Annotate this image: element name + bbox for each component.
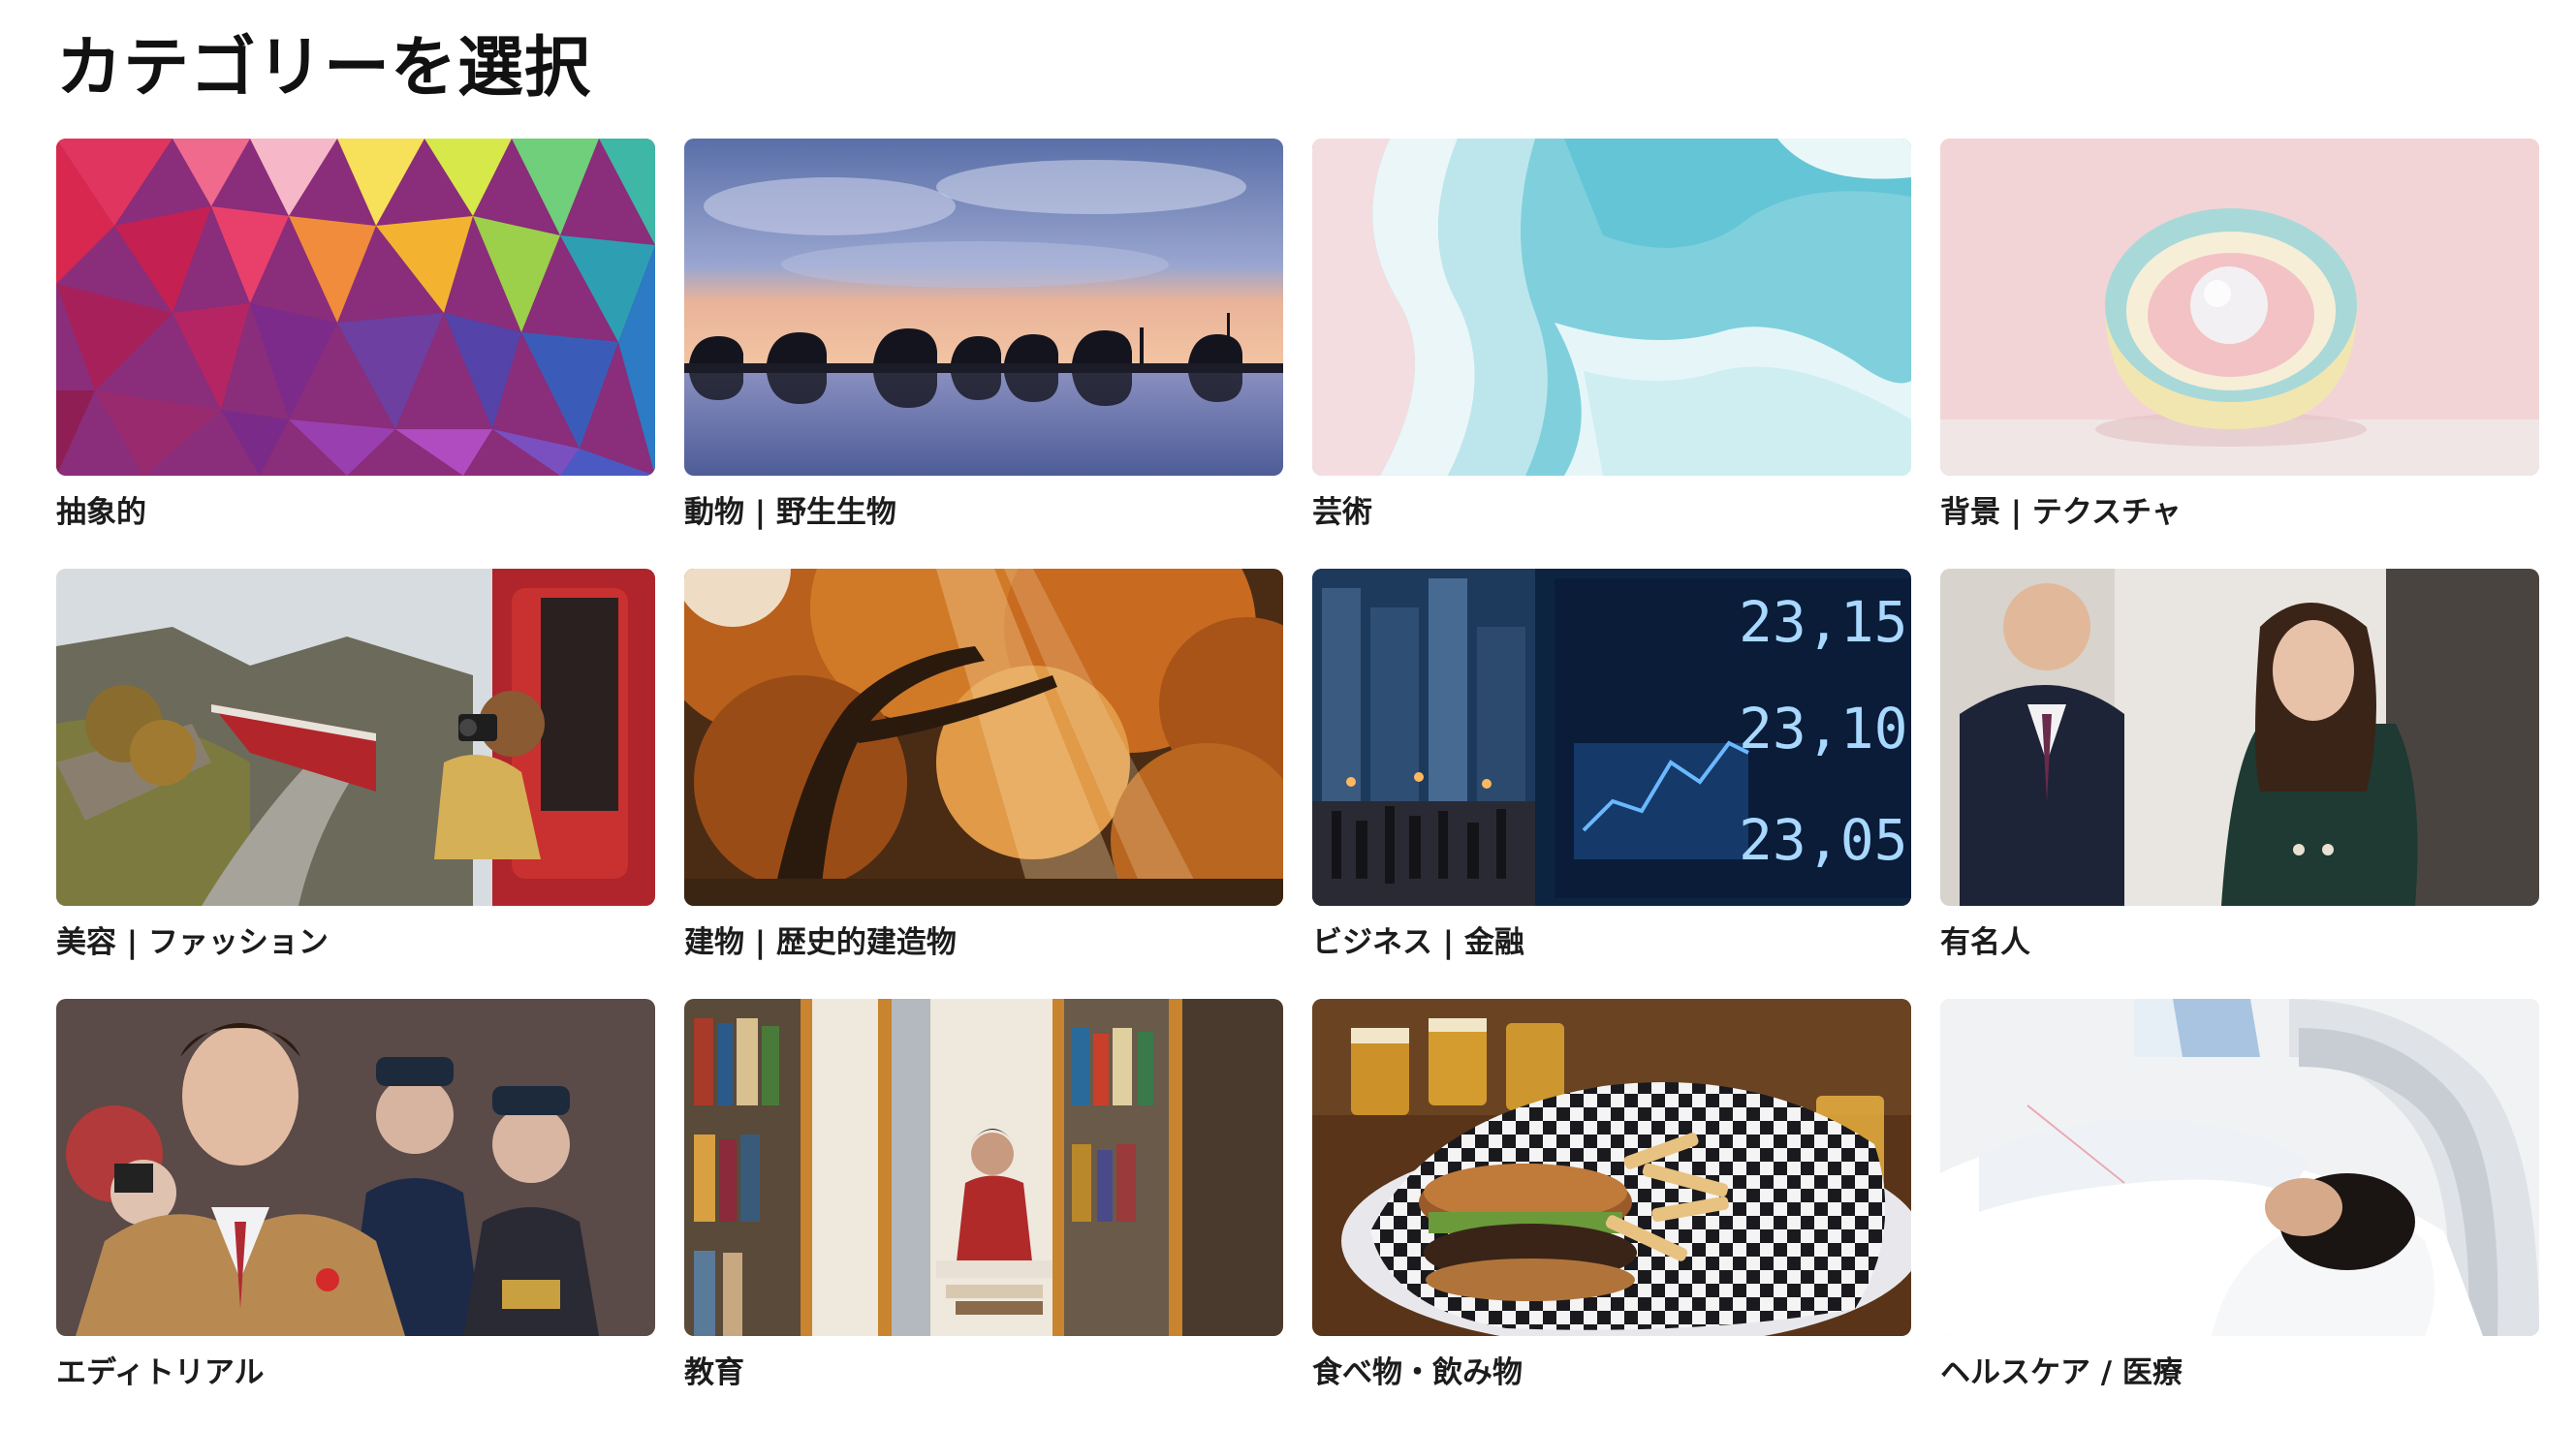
category-card-editorial[interactable]: エディトリアル (56, 999, 655, 1429)
category-label: エディトリアル (56, 1355, 265, 1390)
category-card-business-finance[interactable]: 23,150 23,100 23,050 ビジネス | 金融 (1312, 569, 1911, 999)
category-label: 動物 | 野生生物 (684, 495, 896, 530)
category-label: 抽象的 (56, 495, 146, 530)
category-label: 教育 (684, 1355, 744, 1390)
category-label: 背景 | テクスチャ (1940, 495, 2182, 530)
svg-text:23,100: 23,100 (1739, 696, 1911, 762)
category-card-art[interactable]: 芸術 (1312, 139, 1911, 569)
category-label: ビジネス | 金融 (1312, 925, 1524, 960)
category-label: 芸術 (1312, 495, 1372, 530)
burger-beer-image (1312, 999, 1911, 1336)
category-card-background-texture[interactable]: 背景 | テクスチャ (1940, 139, 2539, 569)
stock-ticker-city-image: 23,150 23,100 23,050 (1312, 569, 1911, 906)
category-label: 食べ物・飲み物 (1312, 1355, 1523, 1390)
category-card-animals[interactable]: 動物 | 野生生物 (684, 139, 1283, 569)
ocean-waves-aerial-image (1312, 139, 1911, 476)
pastel-sphere-image (1940, 139, 2539, 476)
category-card-architecture[interactable]: 建物 | 歴史的建造物 (684, 569, 1283, 999)
elephants-silhouette-image (684, 139, 1283, 476)
svg-text:23,150: 23,150 (1739, 589, 1911, 655)
category-card-food-drink[interactable]: 食べ物・飲み物 (1312, 999, 1911, 1429)
autumn-tree-image (684, 569, 1283, 906)
category-card-celebrities[interactable]: 有名人 (1940, 569, 2539, 999)
category-card-abstract[interactable]: 抽象的 (56, 139, 655, 569)
celebrity-couple-image (1940, 569, 2539, 906)
category-label: 美容 | ファッション (56, 925, 329, 960)
page-title: カテゴリーを選択 (56, 30, 592, 107)
category-grid: 抽象的 動物 | 野生生物 芸術 背景 | テクスチャ 美容 | ファッション … (56, 139, 2539, 1429)
category-label: 有名人 (1940, 925, 2030, 960)
category-card-education[interactable]: 教育 (684, 999, 1283, 1429)
category-card-beauty-fashion[interactable]: 美容 | ファッション (56, 569, 655, 999)
category-card-healthcare-medical[interactable]: ヘルスケア / 医療 (1940, 999, 2539, 1429)
abstract-polygon-image (56, 139, 655, 476)
politician-ceremony-image (56, 999, 655, 1336)
train-photographer-image (56, 569, 655, 906)
mri-scan-image (1940, 999, 2539, 1336)
category-label: 建物 | 歴史的建造物 (684, 925, 957, 960)
svg-text:23,050: 23,050 (1739, 807, 1911, 873)
library-reader-image (684, 999, 1283, 1336)
category-label: ヘルスケア / 医療 (1940, 1355, 2183, 1390)
